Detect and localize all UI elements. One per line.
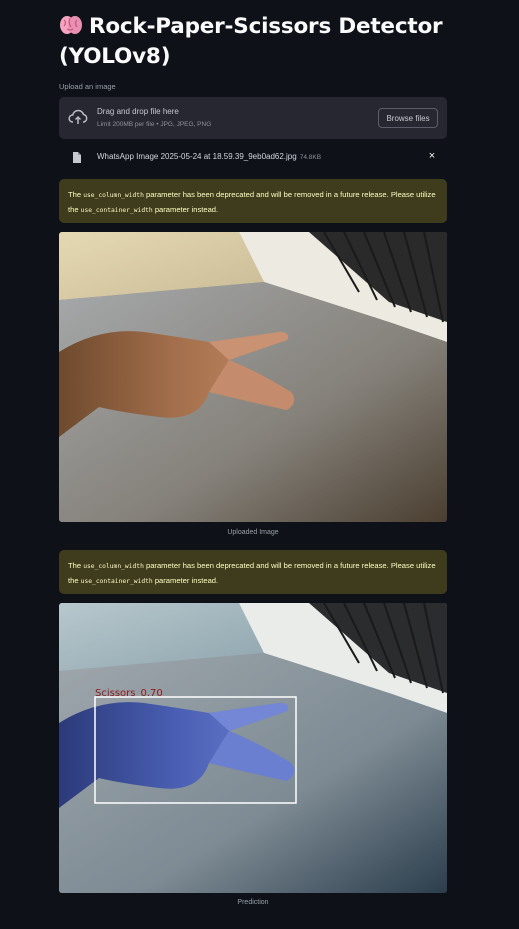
warning-param-old: use_column_width xyxy=(83,192,144,199)
uploaded-file-row: WhatsApp Image 2025-05-24 at 18.59.39_9e… xyxy=(59,148,447,168)
page-title: Rock-Paper-Scissors Detector (YOLOv8) xyxy=(59,12,447,72)
warning-param-new: use_container_width xyxy=(80,207,153,214)
deprecation-warning: The use_column_width parameter has been … xyxy=(59,550,447,594)
detection-label: Scissors 0.70 xyxy=(95,688,163,699)
warning-text-pre: The xyxy=(68,190,84,199)
dropzone-limit: Limit 200MB per file • JPG, JPEG, PNG xyxy=(97,121,212,128)
file-name: WhatsApp Image 2025-05-24 at 18.59.39_9e… xyxy=(97,152,321,161)
deprecation-warning: The use_column_width parameter has been … xyxy=(59,179,447,223)
warning-param-new: use_container_width xyxy=(80,578,153,585)
uploaded-image-caption: Uploaded Image xyxy=(227,529,279,536)
warning-param-old: use_column_width xyxy=(83,563,144,570)
app-root: { "title": "Rock-Paper-Scissors Detector… xyxy=(0,0,519,929)
browse-files-button[interactable]: Browse files xyxy=(378,108,438,128)
file-name-text: WhatsApp Image 2025-05-24 at 18.59.39_9e… xyxy=(97,152,297,161)
prediction-caption: Prediction xyxy=(237,899,269,906)
brain-icon xyxy=(59,14,83,36)
file-size: 74.8KB xyxy=(299,154,322,161)
file-icon xyxy=(72,151,82,164)
warning-text-post: parameter instead. xyxy=(152,205,219,214)
close-icon[interactable]: × xyxy=(426,150,438,164)
page-title-text: Rock-Paper-Scissors Detector (YOLOv8) xyxy=(59,14,443,69)
uploaded-image xyxy=(59,232,447,522)
cloud-upload-icon xyxy=(68,108,88,126)
file-dropzone[interactable]: Drag and drop file here Limit 200MB per … xyxy=(59,97,447,139)
dropzone-instruction: Drag and drop file here xyxy=(97,107,179,116)
warning-text-post: parameter instead. xyxy=(152,576,219,585)
prediction-image: Scissors 0.70 xyxy=(59,603,447,893)
warning-text-pre: The xyxy=(68,561,84,570)
uploader-label: Upload an image xyxy=(59,82,116,91)
